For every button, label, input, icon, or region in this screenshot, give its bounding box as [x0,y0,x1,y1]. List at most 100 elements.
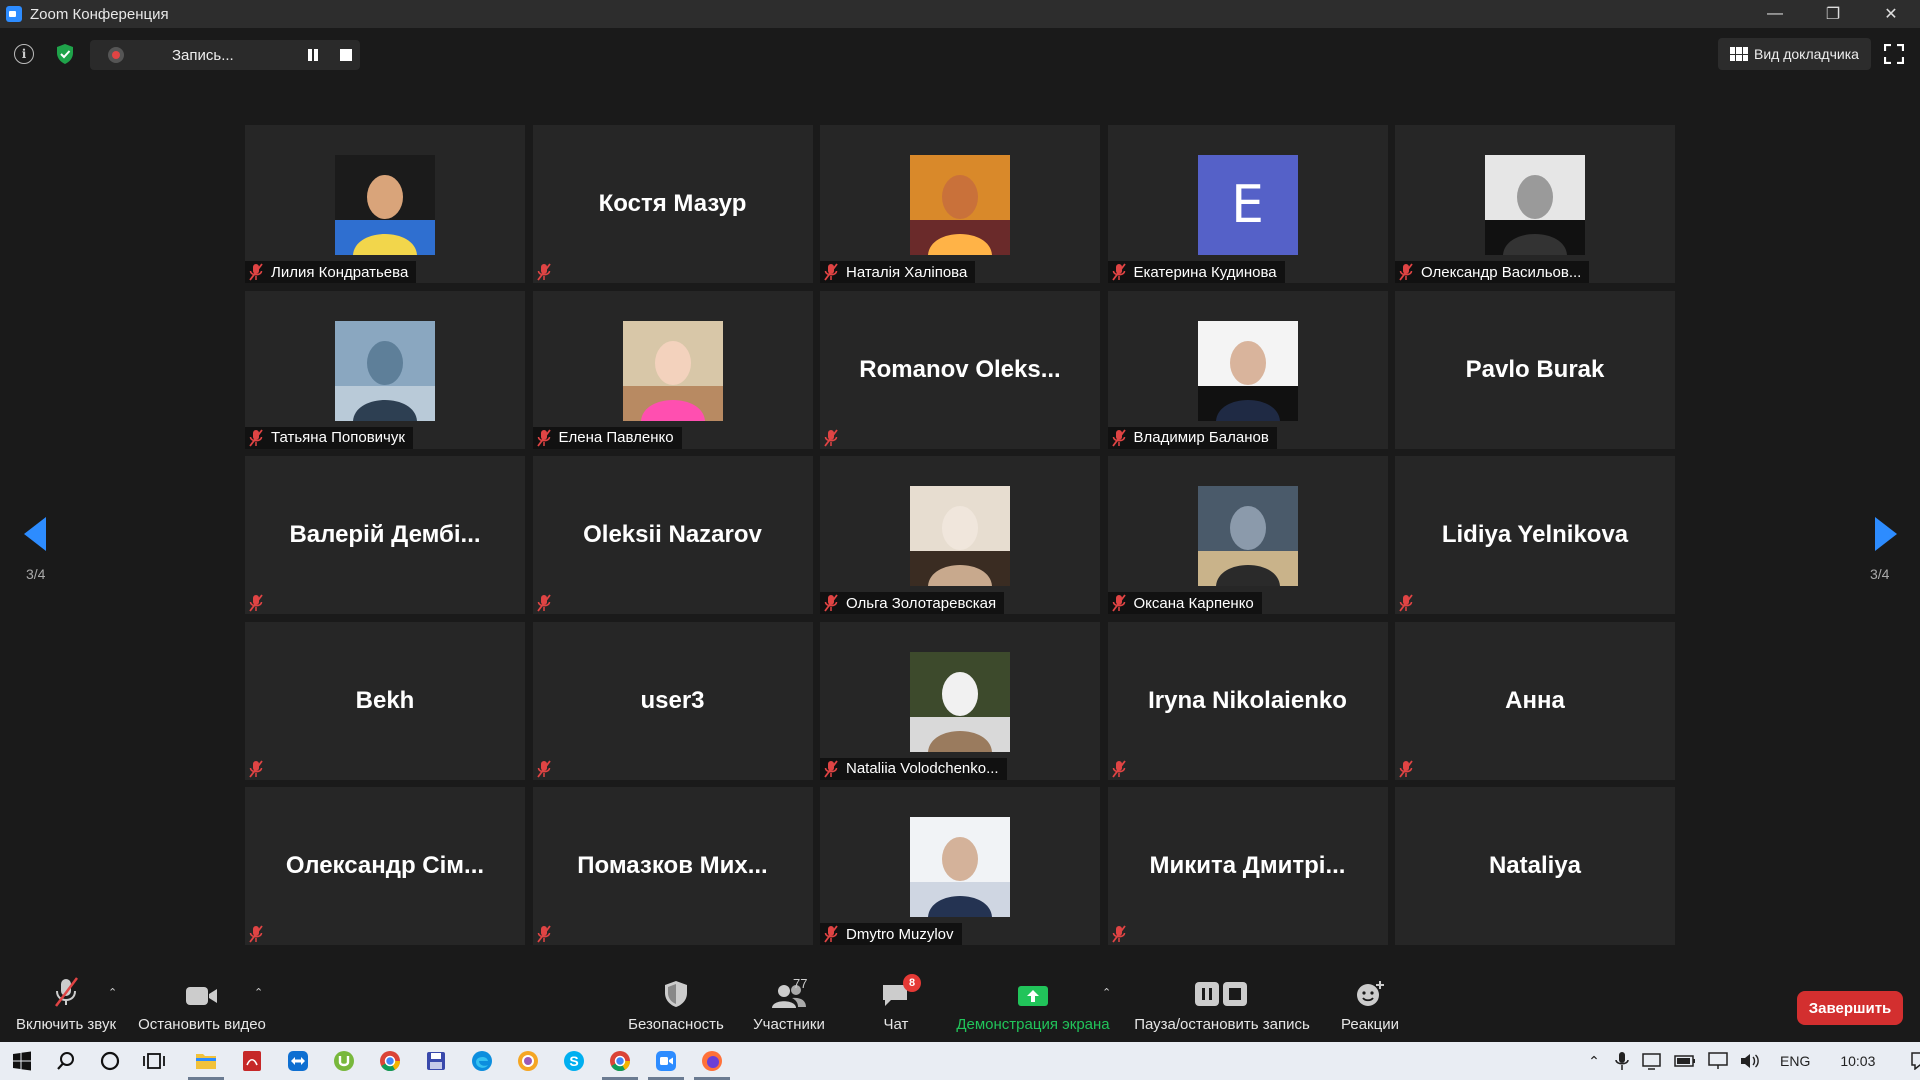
participant-tile[interactable]: Олександр Васильов... [1395,125,1675,283]
reactions-button[interactable]: Реакции [1332,972,1408,1042]
chat-button[interactable]: 8 Чат [866,972,926,1042]
system-tray: ⌃ ENG 10:03 [1580,1042,1920,1080]
participant-name-label: Олександр Васильов... [1421,263,1582,281]
participant-profile-photo [622,320,723,421]
participant-tile[interactable]: Татьяна Поповичук [245,290,525,449]
microphone-muted-icon [1111,594,1128,612]
battery-icon[interactable] [1674,1054,1696,1068]
microphone-muted-icon [1111,263,1128,281]
participant-profile-photo [1485,155,1585,255]
teamviewer-icon[interactable] [276,1042,320,1080]
windows-start-icon[interactable] [0,1042,44,1080]
notifications-icon[interactable] [1911,1052,1920,1070]
microphone-muted-icon [824,263,840,281]
close-button[interactable]: ✕ [1862,0,1920,28]
share-screen-arrow-icon [1018,986,1048,1006]
tray-overflow-chevron-icon[interactable]: ⌃ [1580,1053,1608,1070]
participant-tile[interactable]: Микита Дмитрі... [1107,787,1388,945]
minimize-button[interactable]: — [1746,0,1804,28]
participant-tile[interactable]: Nataliia Volodchenko... [820,621,1100,780]
share-screen-label: Демонстрация экрана [956,1016,1110,1033]
task-view-icon[interactable] [132,1042,176,1080]
meeting-info-icon[interactable]: i [14,44,34,64]
unmute-button[interactable]: Включить звук [12,972,120,1042]
participant-nameplate: Dmytro Muzylov [820,923,962,945]
volume-icon[interactable] [1740,1052,1760,1070]
input-language[interactable]: ENG [1780,1053,1810,1069]
microphone-tray-icon[interactable] [1614,1051,1630,1071]
recording-dot-icon [108,47,124,63]
security-button[interactable]: Безопасность [626,972,726,1042]
participants-count: 77 [793,976,808,991]
participants-button[interactable]: 77 Участники [748,972,830,1042]
participant-name-label: Оксана Карпенко [1133,594,1254,612]
security-shield-icon [665,981,687,1007]
cortana-icon[interactable] [88,1042,132,1080]
participant-tile[interactable]: Iryna Nikolaienko [1107,621,1388,780]
participant-tile[interactable]: user3 [532,621,813,780]
previous-page-arrow-icon[interactable] [24,517,46,551]
network-status-icon[interactable] [1642,1052,1662,1070]
restore-button[interactable]: ❐ [1804,0,1862,28]
next-page-arrow-icon[interactable] [1875,517,1897,551]
participant-display-name: Костя Мазур [598,190,747,217]
participant-tile[interactable]: Bekh [245,621,525,780]
end-meeting-button[interactable]: Завершить [1797,991,1903,1025]
fullscreen-icon[interactable] [1884,44,1904,64]
firefox-icon[interactable] [690,1042,734,1080]
microphone-muted-icon [1111,759,1128,778]
audio-options-chevron-icon[interactable]: ⌃ [108,986,117,999]
clock-time[interactable]: 10:03 [1840,1053,1875,1069]
search-icon[interactable] [44,1042,88,1080]
microphone-muted-icon [824,759,840,778]
participant-display-name: Олександр Сім... [285,852,485,879]
unmute-label: Включить звук [15,1016,117,1033]
participant-tile[interactable]: Ольга Золотаревская [820,456,1100,614]
opera-browser-icon[interactable] [506,1042,550,1080]
participants-label: Участники [753,1016,825,1033]
microphone-muted-icon [824,428,840,447]
video-options-chevron-icon[interactable]: ⌃ [254,986,263,999]
participant-tile[interactable]: Владимир Баланов [1107,290,1388,449]
participant-tile[interactable]: Romanov Oleks... [820,290,1100,449]
share-screen-button[interactable]: Демонстрация экрана [952,972,1114,1042]
zoom-taskbar-icon[interactable] [644,1042,688,1080]
participant-tile[interactable]: Анна [1395,621,1675,780]
participant-tile[interactable]: Dmytro Muzylov [820,787,1100,945]
participant-tile[interactable]: Валерій Дембі... [245,456,525,614]
participant-tile[interactable]: Елена Павленко [532,290,813,449]
speaker-view-button[interactable]: Вид докладчика [1718,38,1871,70]
participant-tile[interactable]: Оксана Карпенко [1107,456,1388,614]
stop-video-button[interactable]: Остановить видео [138,972,266,1042]
participant-tile[interactable]: E Екатерина Кудинова [1107,125,1388,283]
meeting-toolbar: Включить звук ⌃ Остановить видео ⌃ Безоп… [0,972,1920,1042]
encryption-shield-icon[interactable] [54,43,76,65]
participant-tile[interactable]: Костя Мазур [532,125,813,283]
microphone-muted-icon [1111,428,1128,447]
pause-stop-recording-button[interactable]: Пауза/остановить запись [1132,972,1312,1042]
pause-recording-icon[interactable] [306,48,320,62]
participant-display-name: Nataliya [1488,852,1582,879]
skype-icon[interactable]: S [552,1042,596,1080]
save-disk-icon[interactable] [414,1042,458,1080]
stop-recording-icon[interactable] [340,49,352,61]
participant-tile[interactable]: Oleksii Nazarov [532,456,813,614]
pdf-reader-icon[interactable] [230,1042,274,1080]
chrome-icon[interactable] [368,1042,412,1080]
participant-letter-avatar: E [1197,155,1298,255]
file-explorer-icon[interactable] [184,1042,228,1080]
participant-tile[interactable]: Олександр Сім... [245,787,525,945]
edge-icon[interactable] [460,1042,504,1080]
participant-tile[interactable]: Помазков Мих... [532,787,813,945]
chrome-active-icon[interactable] [598,1042,642,1080]
participant-tile[interactable]: Pavlo Burak [1395,290,1675,449]
participant-tile[interactable]: Nataliya [1395,787,1675,945]
participant-tile[interactable]: Лилия Кондратьева [245,125,525,283]
participant-tile[interactable]: Наталія Халіпова [820,125,1100,283]
utorrent-icon[interactable] [322,1042,366,1080]
participant-nameplate: Олександр Васильов... [1395,261,1590,283]
display-tray-icon[interactable] [1708,1052,1728,1070]
participant-tile[interactable]: Lidiya Yelnikova [1395,456,1675,614]
participant-profile-photo [910,486,1010,586]
share-options-chevron-icon[interactable]: ⌃ [1102,986,1111,999]
